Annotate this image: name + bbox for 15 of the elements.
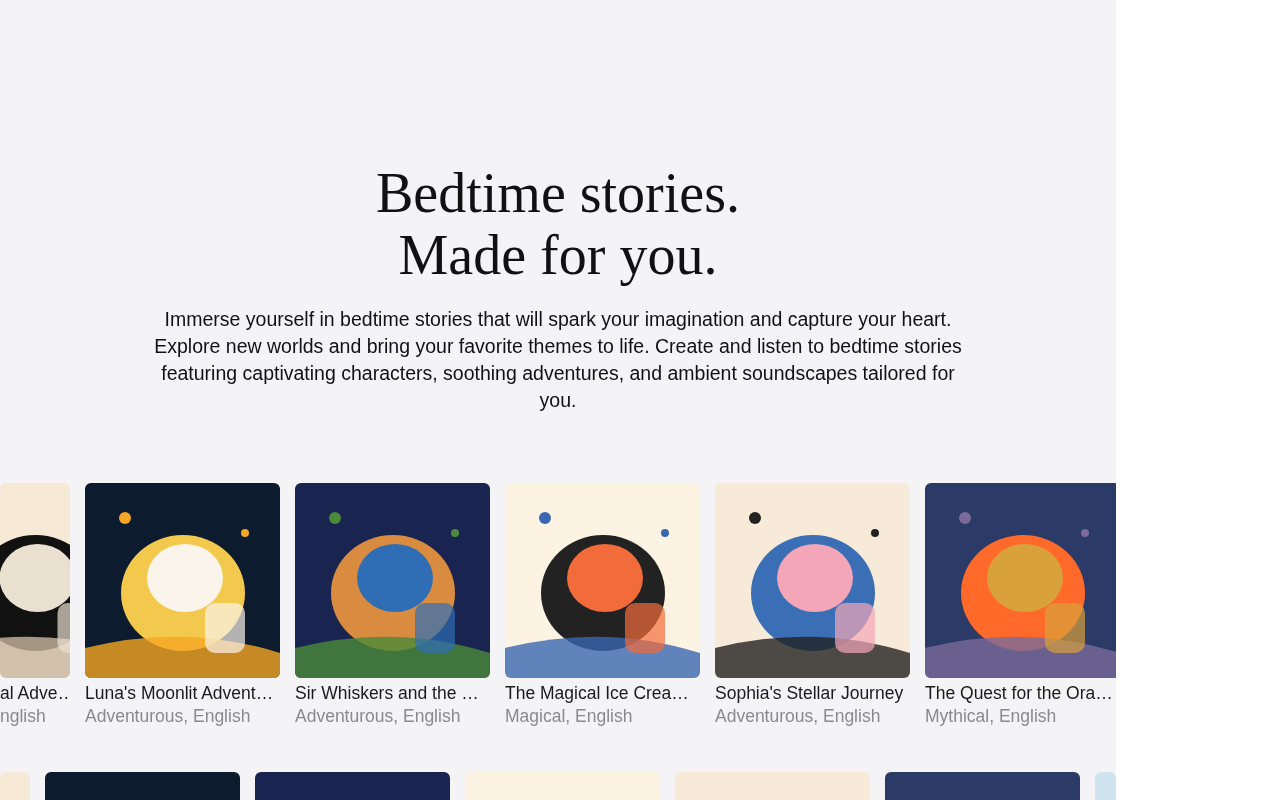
- story-title[interactable]: Sir Whiskers and the …: [295, 682, 490, 705]
- story-tags: Magical, English: [505, 705, 700, 727]
- story-title[interactable]: The Quest for the Ora…: [925, 682, 1116, 705]
- story-tags: Adventurous, English: [85, 705, 280, 727]
- story-tags: nglish: [0, 705, 70, 727]
- hero-title: Made for you.: [398, 224, 718, 286]
- story-tags: Adventurous, English: [295, 705, 490, 727]
- story-title[interactable]: al Adve…: [0, 682, 70, 705]
- story-title[interactable]: Luna's Moonlit Advent…: [85, 682, 280, 705]
- intro-paragraph: Immerse yourself in bedtime stories that will spark your imagination and capture your heart. Explore new worlds and bring your favorite themes to life. Create and listen to bedtime stories featuring captivating characters, soothing adventures, and ambient soundscapes tailored for you.: [153, 307, 963, 413]
- story-tags: Adventurous, English: [715, 705, 910, 727]
- story-tags: Mythical, English: [925, 705, 1116, 727]
- story-title[interactable]: The Magical Ice Crea…: [505, 682, 700, 705]
- story-title[interactable]: Sophia's Stellar Journey: [715, 682, 910, 705]
- hero-title: Bedtime stories.: [376, 162, 740, 224]
